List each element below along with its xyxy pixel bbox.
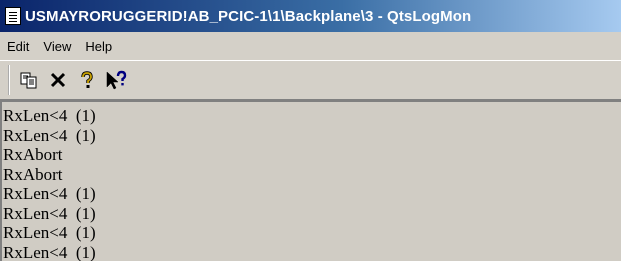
delete-button[interactable]: [45, 68, 70, 93]
log-line: RxLen<4 (1): [3, 106, 96, 125]
context-help-button[interactable]: [103, 68, 128, 93]
help-button[interactable]: [74, 68, 99, 93]
log-line: RxLen<4 (1): [3, 184, 96, 203]
log-output[interactable]: RxLen<4 (1) RxLen<4 (1) RxAbort RxAbort …: [0, 100, 621, 261]
qtslogmon-window: USMAYRORUGGERID!AB_PCIC-1\1\Backplane\3 …: [0, 0, 621, 261]
menu-bar: Edit View Help: [0, 32, 621, 60]
log-line: RxLen<4 (1): [3, 125, 96, 145]
title-bar[interactable]: USMAYRORUGGERID!AB_PCIC-1\1\Backplane\3 …: [0, 0, 621, 32]
window-title: USMAYRORUGGERID!AB_PCIC-1\1\Backplane\3 …: [25, 7, 472, 25]
menu-help[interactable]: Help: [78, 39, 119, 54]
copy-icon: [20, 72, 36, 89]
help-icon: [80, 71, 93, 88]
toolbar-button-group: [8, 65, 132, 95]
document-list-icon: [5, 7, 21, 25]
log-line: RxLen<4 (1): [3, 223, 96, 242]
delete-icon: [50, 72, 65, 88]
menu-view[interactable]: View: [36, 39, 78, 54]
menu-edit[interactable]: Edit: [0, 39, 36, 54]
log-line: RxLen<4 (1): [3, 203, 96, 223]
copy-button[interactable]: [16, 68, 41, 93]
toolbar: [0, 60, 621, 100]
log-lines: RxLen<4 (1) RxLen<4 (1) RxAbort RxAbort …: [2, 102, 621, 261]
context-help-icon: [106, 70, 126, 90]
log-line: RxAbort: [3, 164, 63, 184]
log-line: RxAbort: [3, 145, 63, 164]
log-line: RxLen<4 (1): [3, 242, 96, 261]
